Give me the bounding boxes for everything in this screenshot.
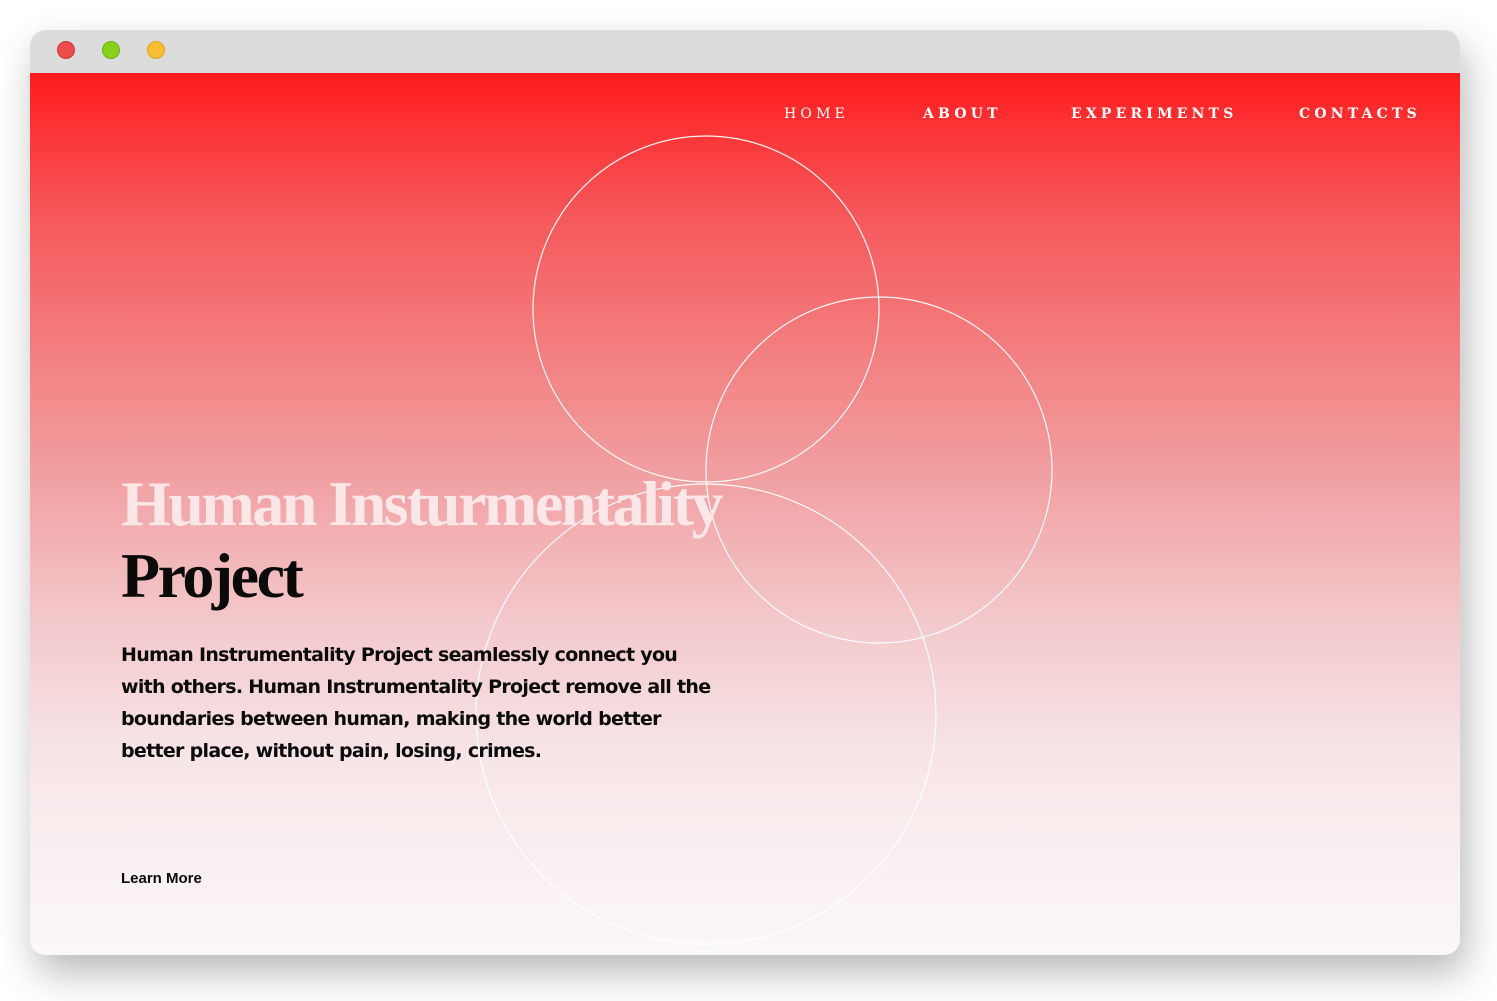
nav-item-experiments[interactable]: EXPERIMENTS [1071, 106, 1238, 122]
nav-item-home[interactable]: HOME [784, 106, 849, 122]
window-titlebar [30, 30, 1460, 73]
hero-title-line1: Human Insturmentality [121, 468, 724, 539]
nav-item-about[interactable]: ABOUT [923, 106, 1002, 122]
browser-window: HOME ABOUT EXPERIMENTS CONTACTS Human In… [30, 30, 1460, 955]
hero-title-line2: Project [121, 540, 304, 611]
close-window-button[interactable] [57, 41, 75, 59]
hero-title: Human Insturmentality Project [121, 468, 724, 612]
learn-more-link[interactable]: Learn More [121, 870, 202, 887]
minimize-window-button[interactable] [147, 41, 165, 59]
zoom-window-button[interactable] [102, 41, 120, 59]
circle-top [532, 135, 880, 483]
hero-section: HOME ABOUT EXPERIMENTS CONTACTS Human In… [30, 73, 1460, 955]
hero-description: Human Instrumentality Project seamlessly… [121, 644, 711, 762]
main-nav: HOME ABOUT EXPERIMENTS CONTACTS [30, 106, 1460, 126]
circle-middle [705, 296, 1053, 644]
nav-item-contacts[interactable]: CONTACTS [1299, 106, 1421, 122]
